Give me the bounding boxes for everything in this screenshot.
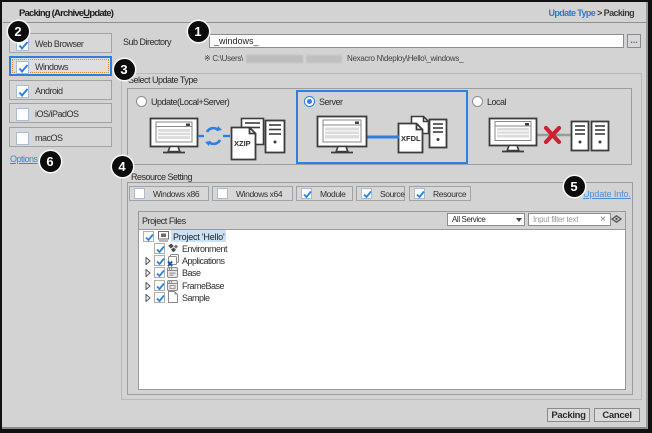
svg-text:XFDL: XFDL	[401, 134, 421, 143]
svg-text:XZIP: XZIP	[234, 139, 251, 148]
